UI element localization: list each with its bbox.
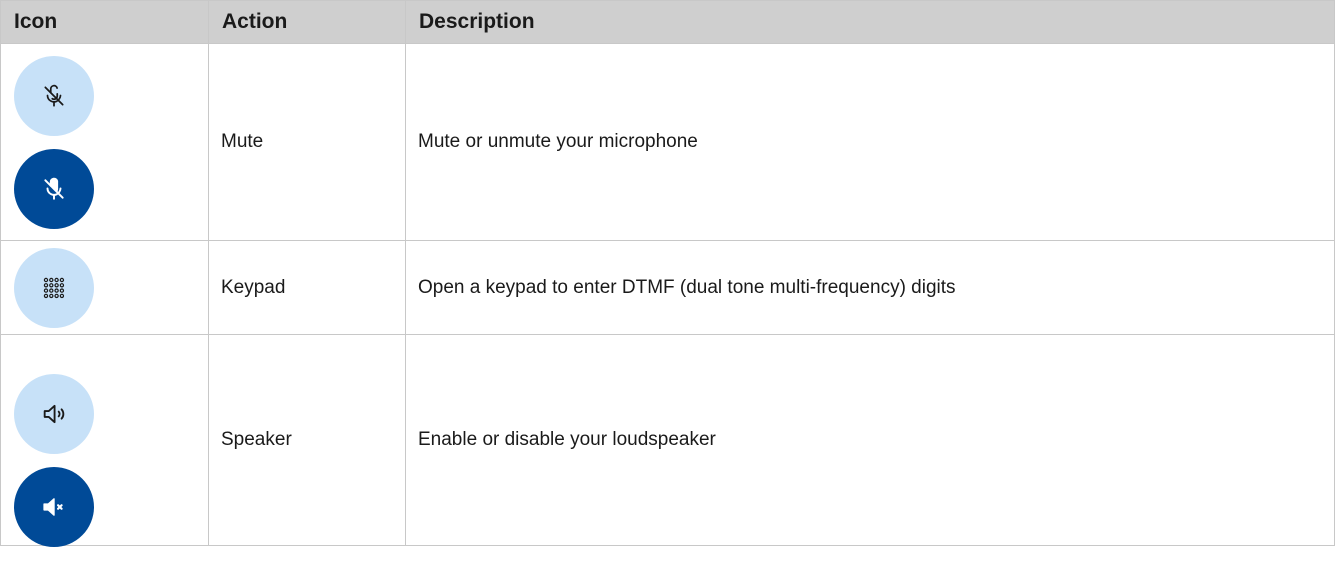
table-row-mute: Mute Mute or unmute your microphone — [0, 43, 1335, 241]
description-mute: Mute or unmute your microphone — [405, 43, 1335, 241]
description-keypad: Open a keypad to enter DTMF (dual tone m… — [405, 240, 1335, 335]
call-controls-table: Icon Action Description Mute Mute or unm… — [0, 0, 1335, 547]
header-description: Description — [405, 0, 1335, 44]
speaker-muted-filled-icon — [14, 466, 94, 547]
keypad-grid-icon — [14, 247, 94, 328]
action-mute: Mute — [208, 43, 406, 241]
action-keypad: Keypad — [208, 240, 406, 335]
table-row-speaker: Speaker Enable or disable your loudspeak… — [0, 334, 1335, 547]
table-header-row: Icon Action Description — [0, 0, 1335, 44]
mic-muted-outline-icon — [14, 55, 94, 136]
mic-muted-filled-icon — [14, 148, 94, 229]
table-row-keypad: Keypad Open a keypad to enter DTMF (dual… — [0, 240, 1335, 335]
header-action: Action — [208, 0, 406, 44]
icon-cell-keypad — [0, 240, 209, 335]
speaker-outline-icon — [14, 373, 94, 454]
header-icon: Icon — [0, 0, 209, 44]
icon-cell-speaker — [0, 334, 209, 547]
description-speaker: Enable or disable your loudspeaker — [405, 334, 1335, 546]
icon-cell-mute — [0, 43, 209, 241]
action-speaker: Speaker — [208, 334, 406, 546]
